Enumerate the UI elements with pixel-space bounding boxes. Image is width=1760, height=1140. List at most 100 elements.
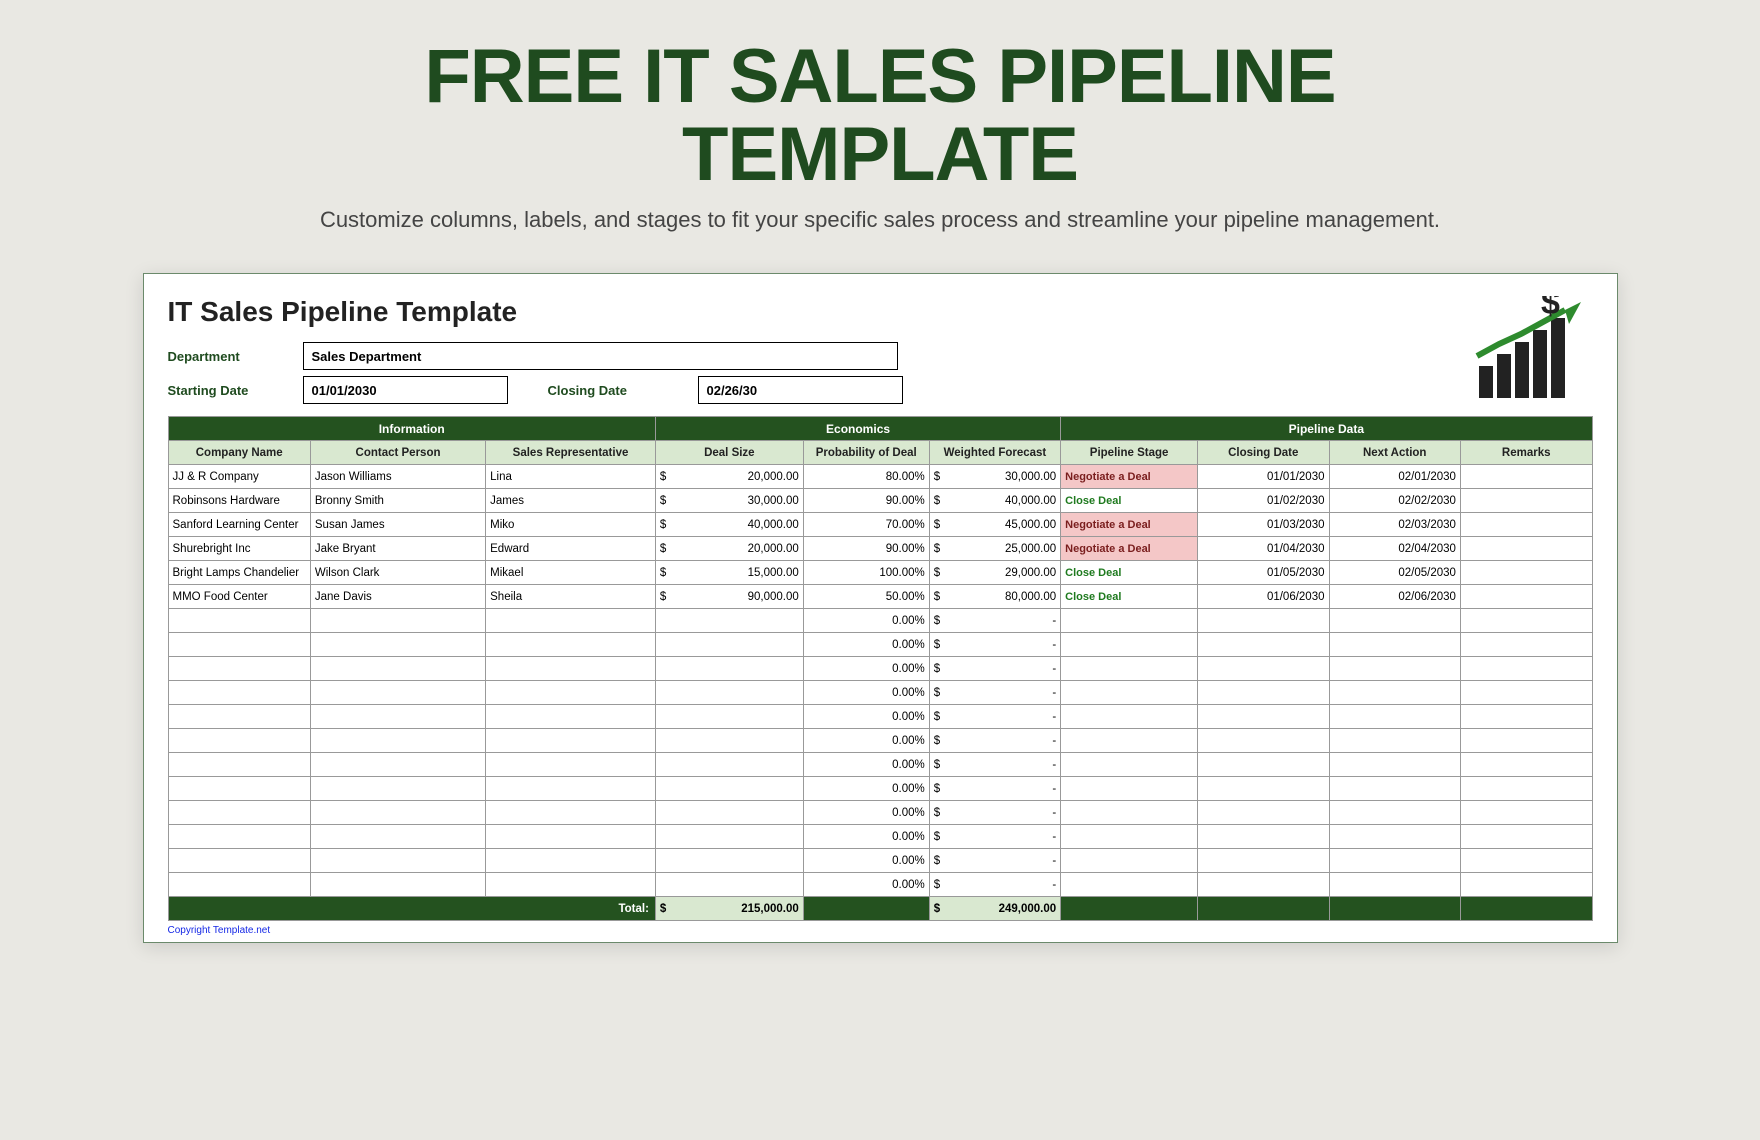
cell-stage[interactable]: [1061, 705, 1198, 729]
cell-next[interactable]: [1329, 777, 1460, 801]
cell-forecast[interactable]: $-: [929, 633, 1060, 657]
table-row[interactable]: 0.00%$-: [168, 801, 1592, 825]
cell-forecast[interactable]: $-: [929, 753, 1060, 777]
cell-remarks[interactable]: [1460, 753, 1592, 777]
cell-rep[interactable]: Mikael: [486, 561, 656, 585]
cell-company[interactable]: JJ & R Company: [168, 465, 310, 489]
cell-rep[interactable]: [486, 729, 656, 753]
cell-deal[interactable]: [655, 729, 803, 753]
cell-next[interactable]: 02/03/2030: [1329, 513, 1460, 537]
cell-cdate[interactable]: [1198, 609, 1329, 633]
cell-rep[interactable]: [486, 705, 656, 729]
cell-stage[interactable]: Close Deal: [1061, 585, 1198, 609]
table-row[interactable]: 0.00%$-: [168, 729, 1592, 753]
cell-next[interactable]: [1329, 873, 1460, 897]
cell-deal[interactable]: $30,000.00: [655, 489, 803, 513]
cell-cdate[interactable]: [1198, 873, 1329, 897]
cell-deal[interactable]: $20,000.00: [655, 465, 803, 489]
cell-stage[interactable]: [1061, 873, 1198, 897]
cell-contact[interactable]: [310, 753, 485, 777]
cell-company[interactable]: Bright Lamps Chandelier: [168, 561, 310, 585]
table-row[interactable]: 0.00%$-: [168, 657, 1592, 681]
cell-next[interactable]: [1329, 729, 1460, 753]
cell-stage[interactable]: [1061, 777, 1198, 801]
cell-stage[interactable]: Negotiate a Deal: [1061, 465, 1198, 489]
cell-stage[interactable]: [1061, 729, 1198, 753]
cell-company[interactable]: MMO Food Center: [168, 585, 310, 609]
cell-prob[interactable]: 0.00%: [803, 825, 929, 849]
cell-remarks[interactable]: [1460, 729, 1592, 753]
cell-prob[interactable]: 0.00%: [803, 849, 929, 873]
cell-next[interactable]: [1329, 657, 1460, 681]
cell-cdate[interactable]: [1198, 849, 1329, 873]
cell-remarks[interactable]: [1460, 537, 1592, 561]
cell-forecast[interactable]: $-: [929, 729, 1060, 753]
table-row[interactable]: 0.00%$-: [168, 705, 1592, 729]
cell-stage[interactable]: [1061, 609, 1198, 633]
cell-stage[interactable]: Close Deal: [1061, 561, 1198, 585]
cell-forecast[interactable]: $40,000.00: [929, 489, 1060, 513]
cell-rep[interactable]: [486, 801, 656, 825]
cell-cdate[interactable]: [1198, 633, 1329, 657]
cell-next[interactable]: [1329, 681, 1460, 705]
cell-prob[interactable]: 90.00%: [803, 489, 929, 513]
cell-remarks[interactable]: [1460, 633, 1592, 657]
cell-cdate[interactable]: 01/01/2030: [1198, 465, 1329, 489]
cell-forecast[interactable]: $-: [929, 777, 1060, 801]
cell-forecast[interactable]: $25,000.00: [929, 537, 1060, 561]
cell-contact[interactable]: [310, 657, 485, 681]
table-row[interactable]: 0.00%$-: [168, 681, 1592, 705]
cell-next[interactable]: 02/01/2030: [1329, 465, 1460, 489]
cell-rep[interactable]: Miko: [486, 513, 656, 537]
cell-cdate[interactable]: [1198, 825, 1329, 849]
table-row[interactable]: Bright Lamps ChandelierWilson ClarkMikae…: [168, 561, 1592, 585]
cell-forecast[interactable]: $-: [929, 801, 1060, 825]
cell-next[interactable]: [1329, 633, 1460, 657]
cell-prob[interactable]: 50.00%: [803, 585, 929, 609]
cell-deal[interactable]: [655, 753, 803, 777]
cell-cdate[interactable]: [1198, 753, 1329, 777]
cell-next[interactable]: 02/05/2030: [1329, 561, 1460, 585]
cell-rep[interactable]: [486, 873, 656, 897]
cell-prob[interactable]: 0.00%: [803, 609, 929, 633]
cell-rep[interactable]: [486, 609, 656, 633]
cell-prob[interactable]: 0.00%: [803, 705, 929, 729]
cell-stage[interactable]: [1061, 825, 1198, 849]
cell-cdate[interactable]: [1198, 801, 1329, 825]
table-row[interactable]: MMO Food CenterJane DavisSheila$90,000.0…: [168, 585, 1592, 609]
cell-forecast[interactable]: $-: [929, 705, 1060, 729]
cell-remarks[interactable]: [1460, 489, 1592, 513]
cell-company[interactable]: [168, 609, 310, 633]
cell-deal[interactable]: $15,000.00: [655, 561, 803, 585]
cell-cdate[interactable]: 01/05/2030: [1198, 561, 1329, 585]
cell-stage[interactable]: Negotiate a Deal: [1061, 537, 1198, 561]
cell-next[interactable]: 02/02/2030: [1329, 489, 1460, 513]
cell-contact[interactable]: [310, 777, 485, 801]
cell-cdate[interactable]: 01/04/2030: [1198, 537, 1329, 561]
cell-prob[interactable]: 0.00%: [803, 777, 929, 801]
cell-stage[interactable]: Close Deal: [1061, 489, 1198, 513]
cell-next[interactable]: [1329, 705, 1460, 729]
cell-rep[interactable]: Edward: [486, 537, 656, 561]
cell-rep[interactable]: James: [486, 489, 656, 513]
cell-forecast[interactable]: $30,000.00: [929, 465, 1060, 489]
cell-company[interactable]: [168, 681, 310, 705]
table-row[interactable]: 0.00%$-: [168, 753, 1592, 777]
cell-company[interactable]: [168, 849, 310, 873]
table-row[interactable]: 0.00%$-: [168, 609, 1592, 633]
cell-company[interactable]: Shurebright Inc: [168, 537, 310, 561]
cell-prob[interactable]: 0.00%: [803, 801, 929, 825]
cell-forecast[interactable]: $80,000.00: [929, 585, 1060, 609]
cell-contact[interactable]: [310, 609, 485, 633]
cell-remarks[interactable]: [1460, 681, 1592, 705]
cell-contact[interactable]: [310, 633, 485, 657]
cell-deal[interactable]: [655, 825, 803, 849]
cell-cdate[interactable]: 01/03/2030: [1198, 513, 1329, 537]
table-row[interactable]: Robinsons HardwareBronny SmithJames$30,0…: [168, 489, 1592, 513]
cell-prob[interactable]: 100.00%: [803, 561, 929, 585]
cell-rep[interactable]: [486, 753, 656, 777]
cell-deal[interactable]: [655, 777, 803, 801]
department-input[interactable]: Sales Department: [303, 342, 898, 370]
cell-forecast[interactable]: $-: [929, 873, 1060, 897]
cell-rep[interactable]: Lina: [486, 465, 656, 489]
